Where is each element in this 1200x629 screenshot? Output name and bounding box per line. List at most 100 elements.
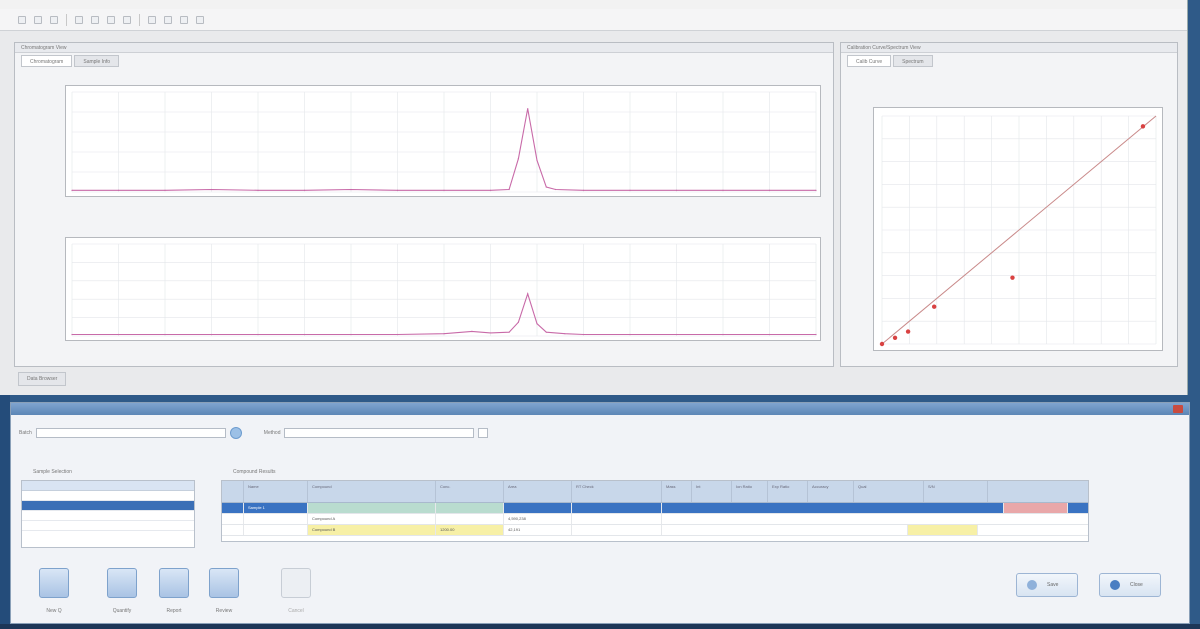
quantify-icon[interactable] [107,568,137,598]
data-point [303,189,306,191]
cell-area: 4,590,238 [504,514,572,524]
method-field[interactable] [284,428,475,438]
cell-conc [436,514,504,524]
cell-compound [308,503,436,513]
data-point [117,189,120,191]
tab-calib-curve[interactable]: Calib Curve [847,55,892,67]
method-dropdown[interactable] [478,428,489,438]
tab-chromatogram[interactable]: Chromatogram [21,55,73,67]
data-point [508,331,510,333]
data-point [564,333,566,335]
grid-header-cell[interactable]: Conc. [436,481,504,502]
grid-header-cell[interactable]: Area [504,481,572,502]
data-point [527,108,529,110]
data-point [629,189,631,191]
tab-sample-info[interactable]: Sample Info [74,55,120,67]
close-icon[interactable] [1173,405,1183,413]
data-point [905,329,911,334]
undo-icon[interactable] [75,15,83,24]
grid-header-cell[interactable]: Ion Ratio [732,481,768,502]
method-label: Method [263,430,281,436]
calibration-plot[interactable] [873,107,1163,351]
data-point [815,333,817,336]
table-row[interactable]: Sample 1 [222,503,1088,514]
zoom-in-icon[interactable] [107,15,115,24]
list-item[interactable] [22,491,194,501]
refresh-icon[interactable] [229,427,242,439]
data-point [489,189,492,191]
new-quant-icon[interactable] [39,568,69,598]
grid-header: Name Compound Conc. Area RT Check Mass I… [222,481,1088,503]
print-icon[interactable] [148,15,156,24]
data-point [517,158,519,160]
data-point [675,189,678,191]
grid-header-cell[interactable]: Accuracy [808,481,854,502]
cell-name [244,514,308,524]
grid-header-cell[interactable]: Qual [854,481,924,502]
chart-icon[interactable] [164,15,172,24]
sample-list-title: Sample Selection [33,469,72,475]
data-point [257,333,259,336]
disabled-action-label: Cancel [288,608,304,614]
data-point [879,341,885,347]
cell-filler [662,525,908,535]
chart-bottom-svg [71,243,817,337]
open-icon[interactable] [34,15,42,24]
help-icon[interactable] [196,15,204,24]
data-point [489,332,492,334]
list-item[interactable] [22,511,194,521]
data-point [443,189,445,191]
close-label: Close [1130,582,1143,588]
grid-header-cell[interactable]: Mass [662,481,692,502]
data-point [396,189,399,191]
data-point [443,333,445,335]
grid-header-cell[interactable]: Compound [308,481,436,502]
review-icon[interactable] [209,568,239,598]
grid-header-cell[interactable]: Exp Ratio [768,481,808,502]
grid-header-cell[interactable]: Int [692,481,732,502]
sample-list-header [22,481,194,491]
tab-spectrum[interactable]: Spectrum [893,55,933,67]
table-row[interactable]: Compound B 1200.00 42,191 [222,525,1088,536]
grid-corner [222,481,244,502]
quantify-label: Quantify [112,608,132,614]
grid-header-cell[interactable]: RT Check [572,481,662,502]
tab-data-browser[interactable]: Data Browser [18,372,67,386]
cell-filler [662,503,1004,513]
chromatogram-plot-top[interactable] [65,85,821,197]
cell-conc [436,503,504,513]
save-label: Save [1047,582,1059,588]
save-icon[interactable] [50,15,58,24]
disabled-action-icon [281,568,311,598]
data-point [545,186,547,188]
data-point [545,331,547,333]
save-button[interactable]: Save [1016,573,1078,597]
report-icon[interactable] [159,568,189,598]
results-grid: Name Compound Conc. Area RT Check Mass I… [221,480,1089,542]
data-point [768,333,771,336]
cell-area: 42,191 [504,525,572,535]
settings-icon[interactable] [180,15,188,24]
calibration-panel-title: Calibration Curve/Spectrum View [841,43,1177,53]
new-icon[interactable] [18,15,26,24]
data-point [815,189,817,191]
grid-title: Compound Results [233,469,276,475]
data-point [675,333,678,336]
menu-bar [0,0,1187,9]
zoom-out-icon[interactable] [123,15,131,24]
data-point [471,330,473,332]
redo-icon[interactable] [91,15,99,24]
close-button[interactable]: Close [1099,573,1161,597]
table-row[interactable]: Compound A 4,590,238 [222,514,1088,525]
batch-field[interactable] [35,428,226,438]
cell-name: Sample 1 [244,503,308,513]
grid-header-cell[interactable]: S/N [924,481,988,502]
new-quant-label: New Q [46,608,62,614]
close-circle-icon [1110,580,1120,590]
chromatogram-tabs: Chromatogram Sample Info [15,53,833,67]
list-item[interactable] [22,501,194,511]
list-item[interactable] [22,521,194,531]
chromatogram-plot-bottom[interactable] [65,237,821,341]
data-point [722,189,724,191]
grid-header-cell[interactable]: Name [244,481,308,502]
